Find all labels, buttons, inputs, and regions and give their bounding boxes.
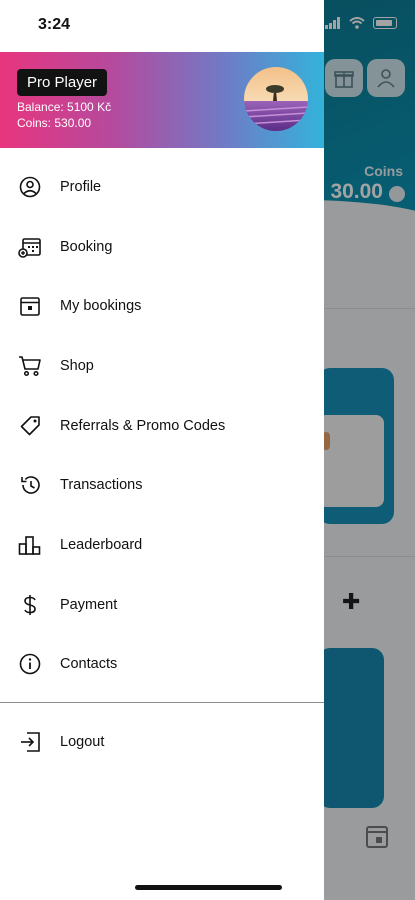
tag-icon — [18, 414, 42, 438]
home-indicator[interactable] — [135, 885, 282, 890]
history-icon — [18, 473, 42, 497]
drawer-menu: Profile Booking My bookings Shop Referra — [0, 157, 324, 694]
menu-divider — [0, 702, 324, 703]
logout-label: Logout — [60, 734, 105, 750]
navigation-drawer: 3:24 Pro Player Balance: 5100 Kč Coins: … — [0, 0, 324, 900]
menu-item-profile[interactable]: Profile — [0, 157, 324, 217]
menu-item-label: Payment — [60, 596, 118, 613]
menu-item-contacts[interactable]: Contacts — [0, 635, 324, 695]
menu-item-label: My bookings — [60, 298, 142, 315]
coins-text: Coins: 530.00 — [17, 116, 92, 130]
cart-icon — [18, 354, 42, 378]
calendar-icon — [18, 294, 42, 318]
balance-text: Balance: 5100 Kč — [17, 100, 112, 114]
menu-item-label: Contacts — [60, 656, 118, 673]
user-circle-icon — [18, 175, 42, 199]
menu-item-transactions[interactable]: Transactions — [0, 455, 324, 515]
profile-header[interactable]: Pro Player Balance: 5100 Kč Coins: 530.0… — [0, 52, 324, 148]
status-time: 3:24 — [38, 16, 71, 33]
menu-item-label: Booking — [60, 238, 113, 255]
leaderboard-icon — [18, 533, 42, 557]
menu-item-referrals[interactable]: Referrals & Promo Codes — [0, 396, 324, 456]
player-name-badge: Pro Player — [17, 69, 108, 96]
logout-icon — [18, 730, 42, 754]
logout-button[interactable]: Logout — [0, 712, 324, 772]
menu-item-booking[interactable]: Booking — [0, 217, 324, 277]
menu-item-my-bookings[interactable]: My bookings — [0, 276, 324, 336]
menu-item-label: Profile — [60, 178, 102, 195]
menu-item-label: Transactions — [60, 477, 143, 494]
menu-item-shop[interactable]: Shop — [0, 336, 324, 396]
info-icon — [18, 652, 42, 676]
menu-item-label: Leaderboard — [60, 536, 143, 553]
dollar-icon — [18, 593, 42, 617]
menu-item-leaderboard[interactable]: Leaderboard — [0, 515, 324, 575]
menu-item-label: Shop — [60, 357, 94, 374]
calendar-add-icon — [18, 235, 42, 259]
menu-item-label: Referrals & Promo Codes — [60, 417, 226, 434]
menu-item-payment[interactable]: Payment — [0, 575, 324, 635]
avatar[interactable] — [244, 67, 308, 131]
